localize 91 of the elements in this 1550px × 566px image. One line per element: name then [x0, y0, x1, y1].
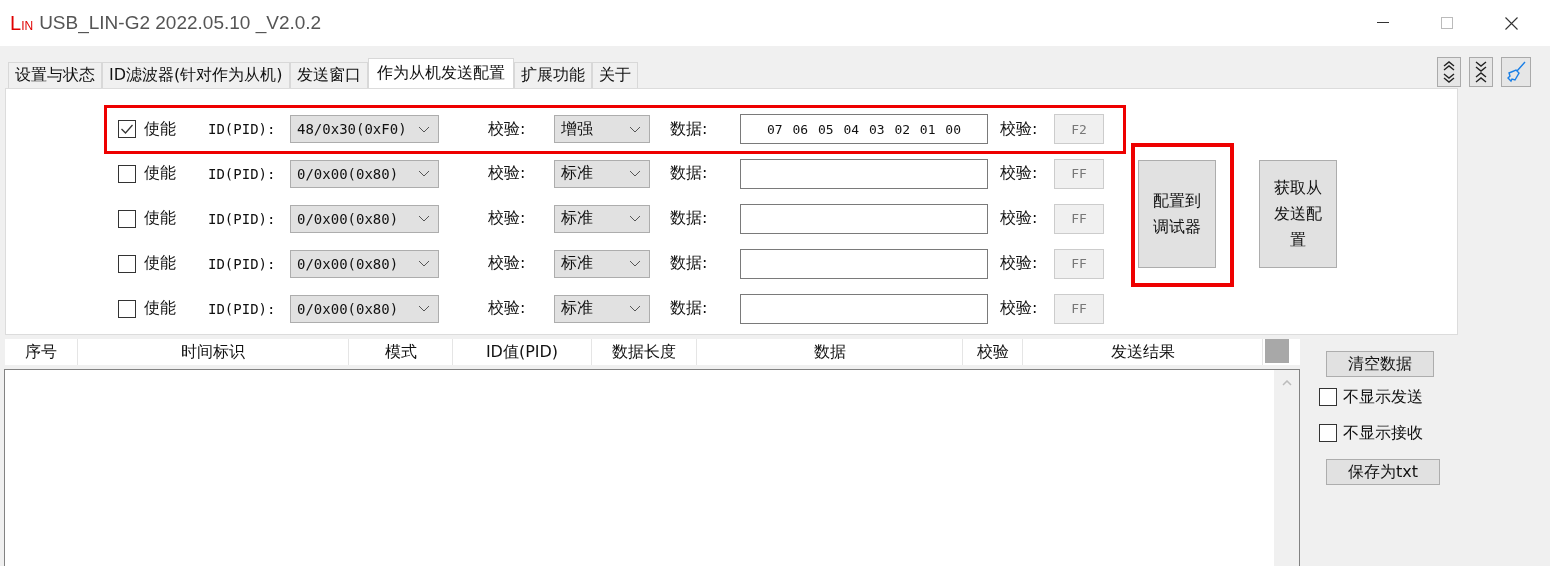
id-dropdown[interactable]: 0/0x00(0x80) — [290, 249, 439, 278]
checksum-field: FF — [1054, 293, 1104, 324]
column-header[interactable]: ID值(PID) — [453, 339, 592, 365]
checksum-label: 校验: — [1000, 253, 1039, 275]
option-label: 不显示接收 — [1343, 422, 1423, 444]
checksum-field: FF — [1054, 248, 1104, 279]
column-header[interactable]: 数据 — [697, 339, 963, 365]
column-header[interactable]: 发送结果 — [1023, 339, 1263, 365]
chevron-icon — [418, 260, 430, 268]
option-label: 不显示发送 — [1343, 386, 1423, 408]
checksum-type-dropdown[interactable]: 标准 — [554, 249, 650, 278]
checksum-type-label: 校验: — [488, 163, 527, 185]
data-label: 数据: — [670, 298, 709, 320]
chevron-icon — [418, 125, 430, 133]
checksum-label: 校验: — [1000, 118, 1039, 140]
chevron-icon — [629, 305, 641, 313]
collapse-icon[interactable] — [1469, 57, 1493, 87]
column-header[interactable]: 校验 — [963, 339, 1023, 365]
data-field[interactable] — [740, 293, 988, 324]
data-label: 数据: — [670, 118, 709, 140]
checksum-field: FF — [1054, 158, 1104, 189]
data-label: 数据: — [670, 208, 709, 230]
id-dropdown[interactable]: 0/0x00(0x80) — [290, 294, 439, 323]
column-header[interactable]: 模式 — [349, 339, 453, 365]
checkbox[interactable] — [118, 164, 136, 183]
clear-data-button[interactable]: 清空数据 — [1326, 351, 1434, 377]
tab[interactable]: ID滤波器(针对作为从机) — [102, 62, 290, 88]
id-label: ID(PID): — [208, 210, 277, 227]
save-txt-button[interactable]: 保存为txt — [1326, 459, 1440, 485]
data-field[interactable] — [740, 248, 988, 279]
checkbox[interactable] — [118, 209, 136, 228]
id-label: ID(PID): — [208, 165, 277, 182]
id-label: ID(PID): — [208, 121, 277, 138]
enable-label: 使能 — [144, 253, 176, 275]
checksum-type-label: 校验: — [488, 118, 527, 140]
checksum-type-dropdown[interactable]: 标准 — [554, 204, 650, 233]
id-dropdown[interactable]: 48/0x30(0xF0) — [290, 115, 439, 144]
enable-label: 使能 — [144, 208, 176, 230]
tab[interactable]: 设置与状态 — [8, 62, 102, 88]
checksum-type-dropdown[interactable]: 标准 — [554, 159, 650, 188]
header-corner — [1265, 339, 1289, 363]
data-field[interactable]: 07 06 05 04 03 02 01 00 — [740, 114, 988, 145]
window-title: USB_LIN-G2 2022.05.10 _V2.0.2 — [39, 12, 322, 34]
chevron-icon — [418, 170, 430, 178]
minimize-icon[interactable] — [1377, 22, 1389, 24]
checksum-type-label: 校验: — [488, 253, 527, 275]
chevron-icon — [418, 215, 430, 223]
checksum-type-dropdown[interactable]: 标准 — [554, 294, 650, 323]
data-field[interactable] — [740, 158, 988, 189]
id-dropdown[interactable]: 0/0x00(0x80) — [290, 204, 439, 233]
checksum-type-label: 校验: — [488, 208, 527, 230]
brush-icon[interactable] — [1501, 57, 1531, 87]
column-header[interactable]: 时间标识 — [78, 339, 349, 365]
chevron-icon — [629, 170, 641, 178]
chevron-icon — [629, 260, 641, 268]
config-button[interactable]: 获取从发送配置 — [1259, 160, 1337, 268]
id-label: ID(PID): — [208, 300, 277, 317]
checkbox[interactable] — [1319, 424, 1337, 442]
checkbox[interactable] — [118, 299, 136, 318]
id-label: ID(PID): — [208, 255, 277, 272]
tab[interactable]: 作为从机发送配置 — [367, 58, 514, 88]
checksum-label: 校验: — [1000, 163, 1039, 185]
tab[interactable]: 发送窗口 — [289, 62, 368, 88]
app-logo: LIN — [10, 11, 34, 35]
checksum-type-label: 校验: — [488, 298, 527, 320]
checksum-field: FF — [1054, 203, 1104, 234]
chevron-icon — [418, 305, 430, 313]
tab[interactable]: 扩展功能 — [513, 62, 592, 88]
chevron-icon — [629, 215, 641, 223]
checksum-field: F2 — [1054, 114, 1104, 145]
chevron-icon — [629, 125, 641, 133]
checkbox[interactable] — [1319, 388, 1337, 406]
checkbox[interactable] — [118, 120, 136, 139]
checksum-label: 校验: — [1000, 208, 1039, 230]
enable-label: 使能 — [144, 298, 176, 320]
data-label: 数据: — [670, 163, 709, 185]
close-icon[interactable] — [1505, 16, 1518, 30]
tab[interactable]: 关于 — [591, 62, 638, 88]
column-header[interactable]: 数据长度 — [592, 339, 697, 365]
enable-label: 使能 — [144, 118, 176, 140]
checkbox[interactable] — [118, 254, 136, 273]
checksum-label: 校验: — [1000, 298, 1039, 320]
data-label: 数据: — [670, 253, 709, 275]
data-field[interactable] — [740, 203, 988, 234]
column-header[interactable]: 序号 — [5, 339, 78, 365]
expand-icon[interactable] — [1437, 57, 1461, 87]
scrollbar[interactable] — [1274, 370, 1299, 566]
id-dropdown[interactable]: 0/0x00(0x80) — [290, 159, 439, 188]
config-button[interactable]: 配置到调试器 — [1138, 160, 1216, 268]
enable-label: 使能 — [144, 163, 176, 185]
checksum-type-dropdown[interactable]: 增强 — [554, 115, 650, 144]
